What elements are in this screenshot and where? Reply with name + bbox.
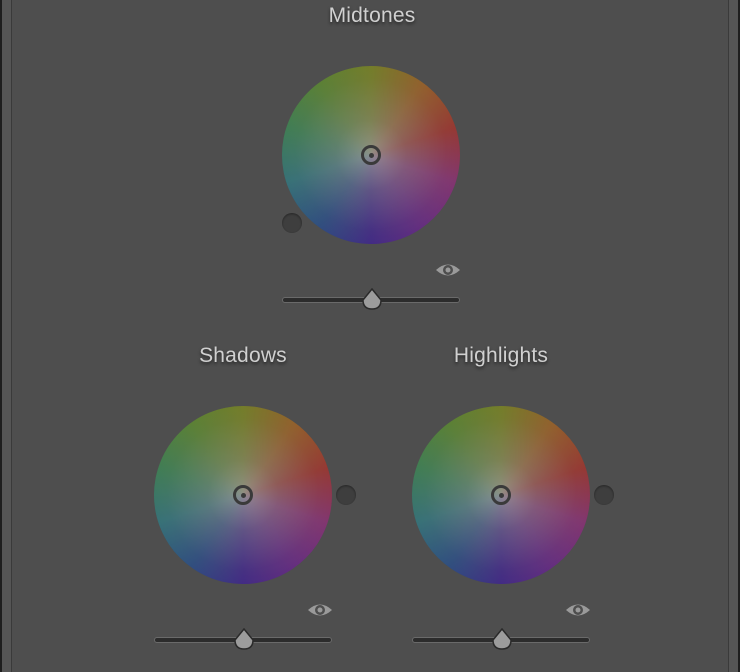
- midtones-target-icon[interactable]: [361, 145, 381, 165]
- highlights-eye-icon[interactable]: [565, 601, 591, 619]
- highlights-group: Highlights: [370, 340, 632, 672]
- shadows-luminance-dot[interactable]: [336, 485, 356, 505]
- highlights-target-icon[interactable]: [491, 485, 511, 505]
- color-grading-panel: Midtones Shadows Highlights: [0, 0, 740, 672]
- shadows-group: Shadows: [112, 340, 374, 672]
- midtones-title: Midtones: [328, 4, 416, 27]
- midtones-group: Midtones: [2, 0, 740, 320]
- shadows-target-icon[interactable]: [233, 485, 253, 505]
- highlights-luminance-dot[interactable]: [594, 485, 614, 505]
- midtones-eye-icon[interactable]: [435, 261, 461, 279]
- highlights-slider-thumb[interactable]: [491, 628, 513, 650]
- shadows-title: Shadows: [199, 344, 287, 367]
- shadows-slider-thumb[interactable]: [233, 628, 255, 650]
- highlights-title: Highlights: [453, 344, 549, 367]
- midtones-luminance-dot[interactable]: [282, 213, 302, 233]
- shadows-eye-icon[interactable]: [307, 601, 333, 619]
- midtones-slider-thumb[interactable]: [361, 288, 383, 310]
